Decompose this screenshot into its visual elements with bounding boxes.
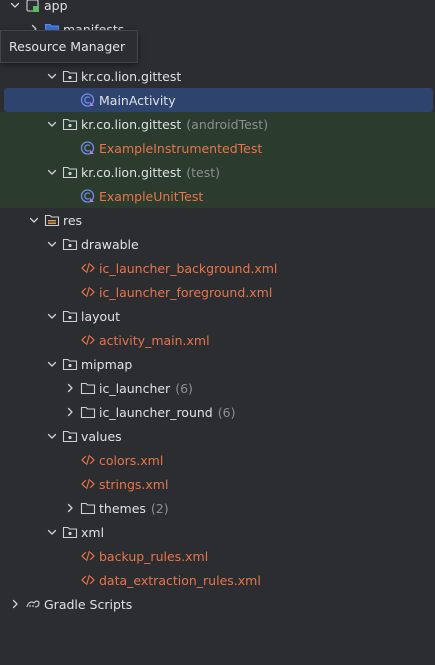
- xml-file-icon: [80, 572, 96, 588]
- item-count: (2): [150, 500, 169, 516]
- node-label: xml: [81, 524, 105, 540]
- tree-node-mipmap[interactable]: mipmap: [0, 352, 435, 376]
- tree-node-gradle-scripts[interactable]: Gradle Scripts: [0, 592, 435, 616]
- kotlin-class-icon: [80, 140, 96, 156]
- kotlin-class-icon: [80, 92, 96, 108]
- tree-node-pkg-android-test[interactable]: kr.co.lion.gittest (androidTest): [0, 112, 435, 136]
- tree-node-main-activity[interactable]: MainActivity: [4, 88, 433, 112]
- tree-node-ic-launcher[interactable]: ic_launcher (6): [0, 376, 435, 400]
- node-label: themes: [99, 500, 146, 516]
- chevron-down-icon[interactable]: [27, 213, 41, 227]
- chevron-down-icon[interactable]: [8, 0, 22, 12]
- chevron-right-icon[interactable]: [63, 501, 77, 515]
- chevron-down-icon[interactable]: [45, 309, 59, 323]
- package-icon: [62, 164, 78, 180]
- node-label: kr.co.lion.gittest: [81, 68, 182, 84]
- tree-node-app[interactable]: app: [0, 0, 435, 17]
- tree-node-xml[interactable]: xml: [0, 520, 435, 544]
- node-label: mipmap: [81, 356, 133, 372]
- node-label: ExampleInstrumentedTest: [99, 140, 263, 156]
- chevron-down-icon[interactable]: [45, 117, 59, 131]
- tree-node-values[interactable]: values: [0, 424, 435, 448]
- chevron-down-icon[interactable]: [45, 357, 59, 371]
- chevron-down-icon[interactable]: [45, 525, 59, 539]
- source-set-tag: (androidTest): [186, 116, 269, 132]
- chevron-down-icon[interactable]: [45, 165, 59, 179]
- node-label: ic_launcher_background.xml: [99, 260, 278, 276]
- node-label: ic_launcher_foreground.xml: [99, 284, 273, 300]
- chevron-right-icon[interactable]: [63, 405, 77, 419]
- node-label: ExampleUnitTest: [99, 188, 204, 204]
- folder-icon: [62, 356, 78, 372]
- node-label: MainActivity: [99, 92, 176, 108]
- tree-node-strings[interactable]: strings.xml: [0, 472, 435, 496]
- chevron-down-icon[interactable]: [45, 69, 59, 83]
- tree-node-pkg-main[interactable]: kr.co.lion.gittest: [0, 64, 435, 88]
- node-label: Gradle Scripts: [44, 596, 133, 612]
- tree-node-pkg-unit-test[interactable]: kr.co.lion.gittest (test): [0, 160, 435, 184]
- folder-icon: [80, 404, 96, 420]
- node-label: strings.xml: [99, 476, 169, 492]
- tree-node-colors[interactable]: colors.xml: [0, 448, 435, 472]
- tree-node-example-instrumented-test[interactable]: ExampleInstrumentedTest: [0, 136, 435, 160]
- node-label: app: [44, 0, 68, 13]
- node-label: ic_launcher_round: [99, 404, 213, 420]
- node-label: data_extraction_rules.xml: [99, 572, 261, 588]
- tree-node-data-extraction-rules[interactable]: data_extraction_rules.xml: [0, 568, 435, 592]
- module-icon: [25, 0, 41, 13]
- chevron-down-icon[interactable]: [45, 237, 59, 251]
- tree-node-drawable[interactable]: drawable: [0, 232, 435, 256]
- folder-icon: [62, 236, 78, 252]
- folder-icon: [80, 500, 96, 516]
- node-label: layout: [81, 308, 121, 324]
- node-label: values: [81, 428, 122, 444]
- chevron-right-icon[interactable]: [63, 381, 77, 395]
- node-label: kr.co.lion.gittest: [81, 116, 182, 132]
- node-label: ic_launcher: [99, 380, 171, 396]
- node-label: activity_main.xml: [99, 332, 210, 348]
- resource-manager-tooltip: Resource Manager: [0, 30, 138, 63]
- chevron-right-icon[interactable]: [8, 597, 22, 611]
- xml-file-icon: [80, 548, 96, 564]
- node-label: colors.xml: [99, 452, 164, 468]
- source-set-tag: (test): [186, 164, 221, 180]
- package-icon: [62, 116, 78, 132]
- tree-node-backup-rules[interactable]: backup_rules.xml: [0, 544, 435, 568]
- tree-node-layout[interactable]: layout: [0, 304, 435, 328]
- folder-icon: [62, 428, 78, 444]
- node-label: drawable: [81, 236, 139, 252]
- folder-icon: [62, 524, 78, 540]
- node-label: kr.co.lion.gittest: [81, 164, 182, 180]
- item-count: (6): [175, 380, 193, 396]
- tree-node-ic-launcher-foreground[interactable]: ic_launcher_foreground.xml: [0, 280, 435, 304]
- item-count: (6): [217, 404, 236, 420]
- xml-file-icon: [80, 260, 96, 276]
- chevron-down-icon[interactable]: [45, 429, 59, 443]
- xml-file-icon: [80, 476, 96, 492]
- folder-icon: [80, 380, 96, 396]
- tree-node-ic-launcher-round[interactable]: ic_launcher_round (6): [0, 400, 435, 424]
- tree-node-res[interactable]: res: [0, 208, 435, 232]
- node-label: backup_rules.xml: [99, 548, 209, 564]
- tree-node-activity-main[interactable]: activity_main.xml: [0, 328, 435, 352]
- tree-node-example-unit-test[interactable]: ExampleUnitTest: [0, 184, 435, 208]
- folder-icon: [62, 308, 78, 324]
- xml-file-icon: [80, 332, 96, 348]
- folder-icon: [44, 212, 60, 228]
- tree-node-ic-launcher-background[interactable]: ic_launcher_background.xml: [0, 256, 435, 280]
- kotlin-class-icon: [80, 188, 96, 204]
- xml-file-icon: [80, 452, 96, 468]
- tree-node-themes[interactable]: themes (2): [0, 496, 435, 520]
- package-icon: [62, 68, 78, 84]
- node-label: res: [63, 212, 83, 228]
- xml-file-icon: [80, 284, 96, 300]
- gradle-icon: [25, 596, 41, 612]
